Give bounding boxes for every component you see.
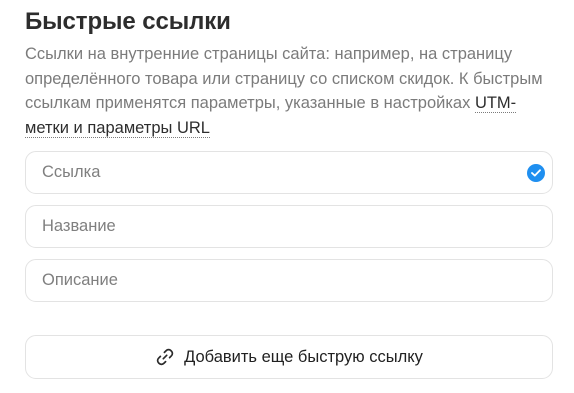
name-field (25, 205, 553, 248)
check-circle-icon (527, 164, 545, 182)
add-quick-link-label: Добавить еще быструю ссылку (184, 347, 423, 366)
add-quick-link-button[interactable]: Добавить еще быструю ссылку (25, 335, 553, 379)
link-icon (155, 347, 175, 367)
section-description: Ссылки на внутренние страницы сайта: нап… (25, 42, 560, 140)
section-title: Быстрые ссылки (25, 8, 231, 35)
description-text: Ссылки на внутренние страницы сайта: нап… (25, 45, 543, 112)
description-field (25, 259, 553, 302)
name-input[interactable] (26, 206, 552, 247)
quick-links-panel: Быстрые ссылки Ссылки на внутренние стра… (0, 0, 574, 393)
link-field (25, 151, 553, 194)
link-input[interactable] (26, 152, 552, 193)
description-input[interactable] (26, 260, 552, 301)
